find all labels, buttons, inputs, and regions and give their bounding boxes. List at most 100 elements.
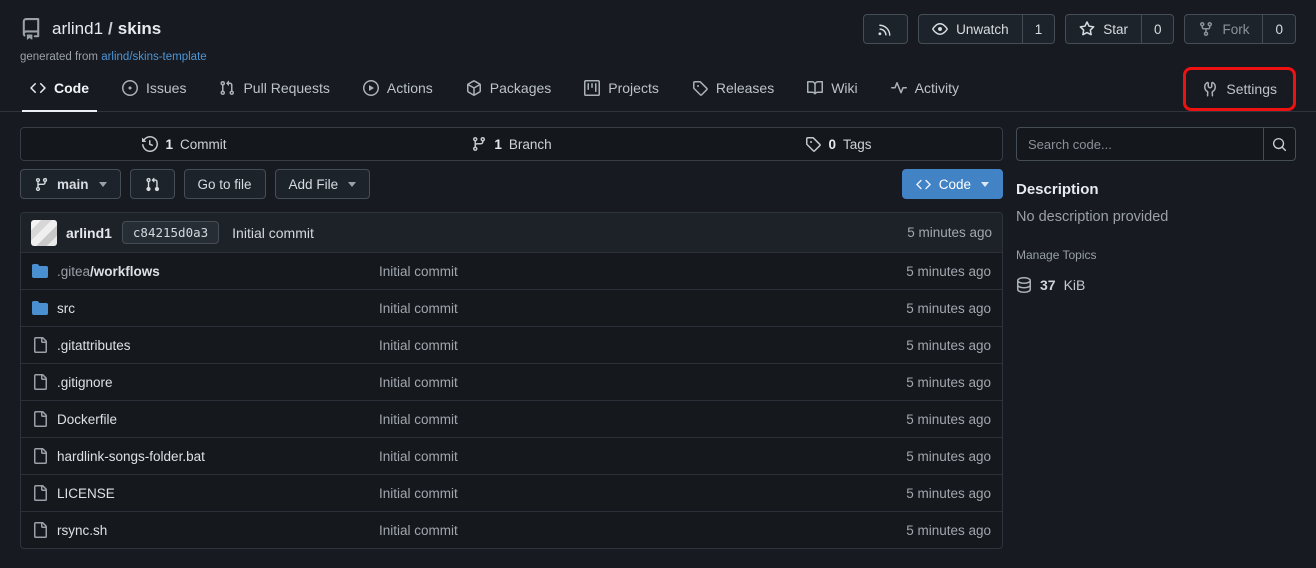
forks-count[interactable]: 0	[1263, 14, 1296, 44]
stars-count[interactable]: 0	[1142, 14, 1175, 44]
tab-releases[interactable]: Releases	[682, 65, 784, 111]
package-icon	[466, 80, 482, 96]
table-row[interactable]: .gitattributes Initial commit 5 minutes …	[21, 326, 1002, 363]
commit-hash-badge[interactable]: c84215d0a3	[122, 221, 219, 244]
chevron-down-icon	[348, 182, 356, 187]
generated-from-label: generated from	[20, 51, 98, 63]
generated-from: generated from arlind/skins-template	[0, 44, 1316, 63]
project-board-icon	[584, 80, 600, 96]
tab-issues[interactable]: Issues	[112, 65, 196, 111]
git-compare-icon	[145, 177, 160, 192]
watchers-count[interactable]: 1	[1023, 14, 1056, 44]
commit-message[interactable]: Initial commit	[379, 412, 812, 427]
table-row[interactable]: rsync.sh Initial commit 5 minutes ago	[21, 511, 1002, 548]
search-button[interactable]	[1263, 127, 1296, 161]
commit-author-link[interactable]: arlind1	[66, 225, 112, 241]
fork-button[interactable]: Fork	[1184, 14, 1263, 44]
branches-stat[interactable]: 1 Branch	[348, 128, 675, 160]
tab-settings[interactable]: Settings	[1192, 70, 1287, 108]
tab-pull-requests[interactable]: Pull Requests	[209, 65, 339, 111]
tab-code[interactable]: Code	[20, 65, 99, 111]
tab-settings-label: Settings	[1226, 81, 1277, 97]
branch-icon	[471, 136, 487, 152]
commit-message[interactable]: Initial commit	[379, 449, 812, 464]
fork-group: Fork 0	[1184, 14, 1296, 44]
file-name[interactable]: /workflows	[90, 264, 160, 279]
commit-message[interactable]: Initial commit	[379, 338, 812, 353]
commit-time: 5 minutes ago	[812, 375, 1002, 390]
repo-content: 1 Commit 1 Branch 0 Tags main	[20, 127, 1003, 549]
table-row[interactable]: hardlink-songs-folder.bat Initial commit…	[21, 437, 1002, 474]
chevron-down-icon	[99, 182, 107, 187]
file-icon	[32, 485, 48, 501]
table-row[interactable]: src Initial commit 5 minutes ago	[21, 289, 1002, 326]
branch-count-label: Branch	[509, 137, 552, 152]
tab-packages[interactable]: Packages	[456, 65, 561, 111]
search-input[interactable]	[1016, 127, 1263, 161]
tab-code-label: Code	[54, 80, 89, 96]
compare-button[interactable]	[130, 169, 175, 199]
pulse-icon	[891, 80, 907, 96]
page-title: arlind1 / skins	[52, 19, 161, 39]
file-name[interactable]: .gitignore	[57, 375, 113, 390]
file-icon	[32, 411, 48, 427]
tab-issues-label: Issues	[146, 80, 186, 96]
repo-owner-link[interactable]: arlind1	[52, 19, 103, 38]
tab-wiki[interactable]: Wiki	[797, 65, 867, 111]
file-name[interactable]: hardlink-songs-folder.bat	[57, 449, 205, 464]
commit-time: 5 minutes ago	[812, 264, 1002, 279]
commit-time: 5 minutes ago	[812, 449, 1002, 464]
file-name[interactable]: Dockerfile	[57, 412, 117, 427]
commit-time: 5 minutes ago	[907, 225, 992, 240]
repo-stats-bar: 1 Commit 1 Branch 0 Tags	[20, 127, 1003, 161]
tab-activity[interactable]: Activity	[881, 65, 969, 111]
code-download-button[interactable]: Code	[902, 169, 1003, 199]
table-row[interactable]: .gitea/workflows Initial commit 5 minute…	[21, 252, 1002, 289]
commit-time: 5 minutes ago	[812, 338, 1002, 353]
code-search	[1016, 127, 1296, 161]
star-icon	[1079, 21, 1095, 37]
repo-name-link[interactable]: skins	[118, 19, 161, 38]
table-row[interactable]: .gitignore Initial commit 5 minutes ago	[21, 363, 1002, 400]
table-row[interactable]: Dockerfile Initial commit 5 minutes ago	[21, 400, 1002, 437]
repo-actions: Unwatch 1 Star 0 Fork 0	[863, 14, 1296, 44]
commit-time: 5 minutes ago	[812, 301, 1002, 316]
repo-size-value: 37	[1040, 277, 1056, 293]
avatar[interactable]	[31, 220, 57, 246]
repo-size: 37 KiB	[1016, 277, 1296, 293]
commit-message[interactable]: Initial commit	[379, 264, 812, 279]
tab-projects[interactable]: Projects	[574, 65, 669, 111]
unwatch-button[interactable]: Unwatch	[918, 14, 1023, 44]
tags-stat[interactable]: 0 Tags	[675, 128, 1002, 160]
manage-topics-link[interactable]: Manage Topics	[1016, 248, 1097, 262]
commit-message[interactable]: Initial commit	[379, 375, 812, 390]
star-button[interactable]: Star	[1065, 14, 1142, 44]
table-row[interactable]: LICENSE Initial commit 5 minutes ago	[21, 474, 1002, 511]
folder-icon	[32, 263, 48, 279]
commit-message[interactable]: Initial commit	[379, 523, 812, 538]
star-group: Star 0	[1065, 14, 1174, 44]
branch-selector[interactable]: main	[20, 169, 121, 199]
repo-separator: /	[108, 19, 113, 38]
commits-stat[interactable]: 1 Commit	[21, 128, 348, 160]
repo-tab-bar: Code Issues Pull Requests Actions Packag…	[0, 65, 1316, 112]
tab-actions[interactable]: Actions	[353, 65, 443, 111]
commit-message[interactable]: Initial commit	[379, 486, 812, 501]
rss-icon	[878, 22, 893, 37]
file-name[interactable]: src	[57, 301, 75, 316]
chevron-down-icon	[981, 182, 989, 187]
history-icon	[142, 136, 158, 152]
file-name[interactable]: rsync.sh	[57, 523, 107, 538]
rss-button[interactable]	[863, 14, 908, 44]
file-icon	[32, 337, 48, 353]
template-repo-link[interactable]: arlind/skins-template	[101, 51, 206, 63]
add-file-button[interactable]: Add File	[275, 169, 371, 199]
file-icon	[32, 522, 48, 538]
go-to-file-button[interactable]: Go to file	[184, 169, 266, 199]
file-name[interactable]: .gitattributes	[57, 338, 131, 353]
commit-message[interactable]: Initial commit	[379, 301, 812, 316]
commit-message-link[interactable]: Initial commit	[232, 225, 314, 241]
watch-group: Unwatch 1	[918, 14, 1055, 44]
file-name[interactable]: LICENSE	[57, 486, 115, 501]
repo-sidebar: Description No description provided Mana…	[1016, 127, 1296, 549]
